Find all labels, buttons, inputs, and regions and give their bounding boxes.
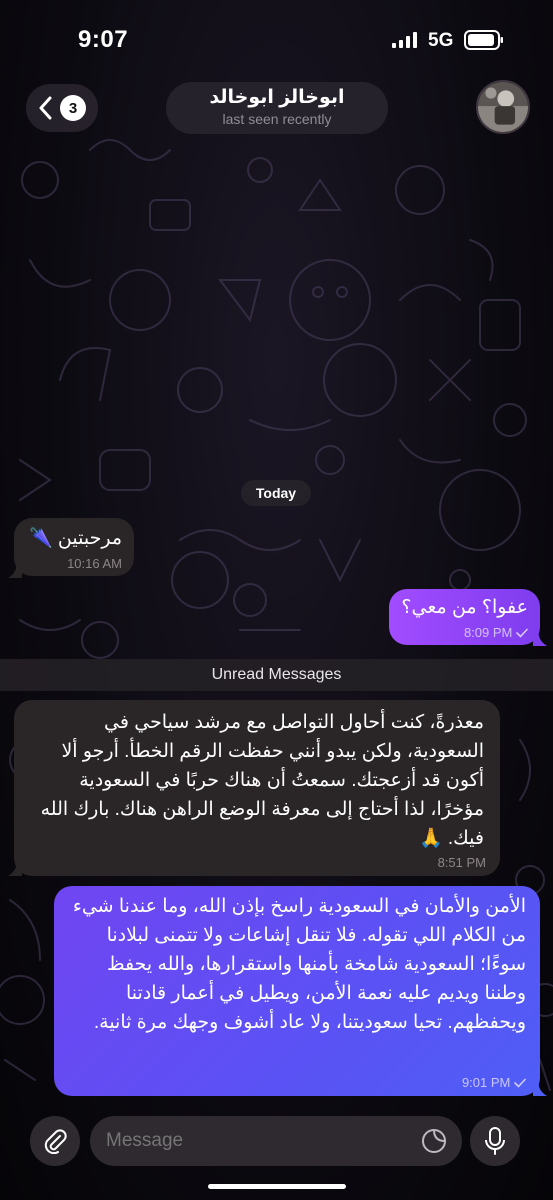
message-time: 8:51 PM (437, 855, 486, 870)
message-bubble-incoming[interactable]: مرحبتين 🌂 10:16 AM (14, 518, 134, 576)
home-indicator (208, 1184, 346, 1189)
bubble-tail (533, 630, 547, 646)
back-button[interactable]: 3 (26, 84, 98, 132)
message-bubble-outgoing[interactable]: عفوا؟ من معي؟ 8:09 PM (389, 589, 540, 645)
message-time-text: 9:01 PM (461, 1075, 511, 1090)
back-chevron-icon (39, 96, 52, 120)
mic-icon (485, 1127, 505, 1155)
message-bubble-incoming[interactable]: معذرةً، كنت أحاول التواصل مع مرشد سياحي … (14, 700, 500, 876)
battery-icon (464, 30, 503, 50)
chat-title[interactable]: ابوخالز ابوخالد last seen recently (166, 82, 388, 134)
check-icon (516, 628, 528, 638)
bubble-tail (8, 562, 22, 578)
contact-name: ابوخالز ابوخالد (209, 87, 345, 108)
unread-count-badge: 3 (60, 95, 86, 121)
network-type: 5G (428, 30, 454, 51)
unread-messages-divider: Unread Messages (0, 659, 553, 691)
message-text: مرحبتين 🌂 (28, 528, 122, 549)
last-seen-status: last seen recently (222, 111, 332, 127)
sticker-icon[interactable] (420, 1127, 448, 1155)
message-time: 10:16 AM (67, 556, 122, 571)
bubble-tail (8, 860, 22, 876)
message-bubble-outgoing[interactable]: الأمن والأمان في السعودية راسخ بإذن الله… (54, 886, 540, 1096)
check-icon (514, 1078, 526, 1088)
date-separator: Today (241, 480, 311, 506)
message-time: 9:01 PM (462, 1075, 526, 1090)
message-time-text: 8:09 PM (463, 625, 513, 640)
attach-button[interactable] (30, 1116, 80, 1166)
bubble-tail (533, 1080, 547, 1096)
status-time: 9:07 (78, 26, 129, 53)
attach-icon (44, 1129, 67, 1154)
message-text: عفوا؟ من معي؟ (401, 597, 528, 618)
signal-icon (392, 32, 417, 48)
message-composer (0, 1106, 553, 1200)
message-time: 8:09 PM (464, 625, 528, 640)
status-bar: 9:07 5G (0, 0, 553, 80)
mic-button[interactable] (470, 1116, 520, 1166)
message-text: الأمن والأمان في السعودية راسخ بإذن الله… (72, 896, 526, 1033)
message-text: معذرةً، كنت أحاول التواصل مع مرشد سياحي … (40, 712, 484, 849)
message-input[interactable] (90, 1116, 462, 1166)
avatar[interactable] (476, 80, 530, 134)
chat-screen: 9:07 5G 3 ابوخالز ابوخالد last seen rece… (0, 0, 553, 1200)
